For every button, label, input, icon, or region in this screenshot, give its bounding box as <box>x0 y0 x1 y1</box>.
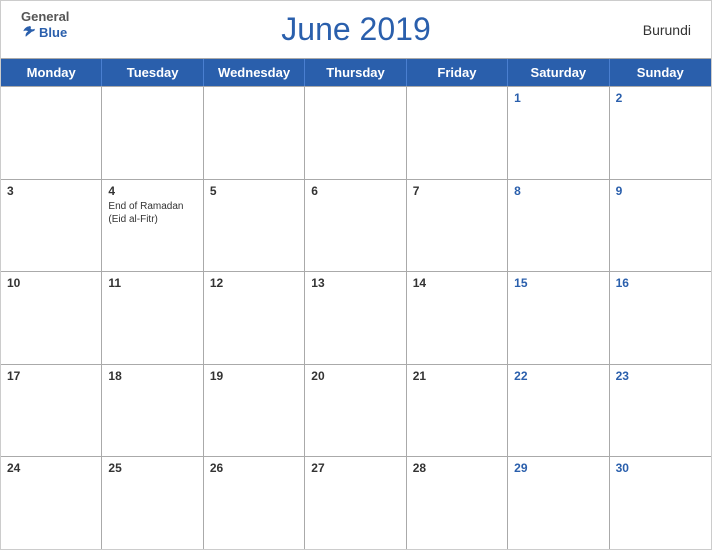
header-friday: Friday <box>407 59 508 86</box>
day-cell-w4-d3: 19 <box>204 365 305 457</box>
day-number-4: 4 <box>108 184 115 198</box>
day-cell-w1-d4 <box>305 87 406 179</box>
day-number-25: 25 <box>108 461 121 475</box>
day-number-14: 14 <box>413 276 426 290</box>
day-number-29: 29 <box>514 461 527 475</box>
day-cell-w2-d5: 7 <box>407 180 508 272</box>
header-thursday: Thursday <box>305 59 406 86</box>
day-number-12: 12 <box>210 276 223 290</box>
day-cell-w3-d1: 10 <box>1 272 102 364</box>
header-sunday: Sunday <box>610 59 711 86</box>
day-cell-w2-d7: 9 <box>610 180 711 272</box>
week-row-1: 12 <box>1 86 711 179</box>
day-cell-w3-d4: 13 <box>305 272 406 364</box>
calendar-grid: Monday Tuesday Wednesday Thursday Friday… <box>1 58 711 549</box>
day-number-2: 2 <box>616 91 623 105</box>
day-cell-w4-d1: 17 <box>1 365 102 457</box>
day-number-17: 17 <box>7 369 20 383</box>
day-number-26: 26 <box>210 461 223 475</box>
day-cell-w4-d4: 20 <box>305 365 406 457</box>
month-title: June 2019 <box>281 11 430 48</box>
logo-bird-icon <box>21 24 37 40</box>
day-cell-w4-d2: 18 <box>102 365 203 457</box>
day-number-21: 21 <box>413 369 426 383</box>
day-cell-w3-d7: 16 <box>610 272 711 364</box>
calendar-container: General Blue June 2019 Burundi Monday Tu… <box>0 0 712 550</box>
day-number-6: 6 <box>311 184 318 198</box>
day-number-30: 30 <box>616 461 629 475</box>
day-cell-w3-d6: 15 <box>508 272 609 364</box>
day-number-8: 8 <box>514 184 521 198</box>
logo-blue-text: Blue <box>21 24 67 40</box>
day-cell-w2-d3: 5 <box>204 180 305 272</box>
day-cell-w1-d3 <box>204 87 305 179</box>
week-row-2: 3 4 End of Ramadan (Eid al-Fitr) 5 6 7 8 9 <box>1 179 711 272</box>
day-cell-w1-d1 <box>1 87 102 179</box>
day-cell-w5-d2: 25 <box>102 457 203 549</box>
day-number-7: 7 <box>413 184 420 198</box>
day-cell-w5-d5: 28 <box>407 457 508 549</box>
day-cell-w5-d4: 27 <box>305 457 406 549</box>
day-number-28: 28 <box>413 461 426 475</box>
header-saturday: Saturday <box>508 59 609 86</box>
day-cell-w2-d1: 3 <box>1 180 102 272</box>
logo-general-text: General <box>21 9 69 24</box>
day-number-5: 5 <box>210 184 217 198</box>
day-cell-w4-d5: 21 <box>407 365 508 457</box>
week-row-5: 24 25 26 27 28 29 30 <box>1 456 711 549</box>
event-text-4: End of Ramadan (Eid al-Fitr) <box>108 200 196 226</box>
day-number-3: 3 <box>7 184 14 198</box>
week-row-4: 17 18 19 20 21 22 23 <box>1 364 711 457</box>
title-area: June 2019 <box>281 11 430 48</box>
header-wednesday: Wednesday <box>204 59 305 86</box>
day-cell-w2-d4: 6 <box>305 180 406 272</box>
day-cell-w5-d3: 26 <box>204 457 305 549</box>
day-cell-w2-d6: 8 <box>508 180 609 272</box>
country-name: Burundi <box>643 22 691 38</box>
day-number-23: 23 <box>616 369 629 383</box>
day-cell-w4-d6: 22 <box>508 365 609 457</box>
day-cell-w1-d5 <box>407 87 508 179</box>
header-tuesday: Tuesday <box>102 59 203 86</box>
header-monday: Monday <box>1 59 102 86</box>
day-cell-w3-d3: 12 <box>204 272 305 364</box>
day-cell-w3-d2: 11 <box>102 272 203 364</box>
day-number-11: 11 <box>108 276 121 290</box>
day-cell-w5-d6: 29 <box>508 457 609 549</box>
day-number-9: 9 <box>616 184 623 198</box>
day-number-27: 27 <box>311 461 324 475</box>
day-number-20: 20 <box>311 369 324 383</box>
days-header: Monday Tuesday Wednesday Thursday Friday… <box>1 59 711 86</box>
day-number-15: 15 <box>514 276 527 290</box>
day-number-10: 10 <box>7 276 20 290</box>
day-cell-w3-d5: 14 <box>407 272 508 364</box>
day-cell-w1-d6: 1 <box>508 87 609 179</box>
day-number-13: 13 <box>311 276 324 290</box>
day-number-19: 19 <box>210 369 223 383</box>
calendar-header: General Blue June 2019 Burundi <box>1 1 711 58</box>
weeks-container: 1234End of Ramadan (Eid al-Fitr)56789101… <box>1 86 711 549</box>
day-cell-w5-d1: 24 <box>1 457 102 549</box>
day-cell-w4-d7: 23 <box>610 365 711 457</box>
day-number-16: 16 <box>616 276 629 290</box>
day-number-24: 24 <box>7 461 20 475</box>
day-cell-w5-d7: 30 <box>610 457 711 549</box>
day-number-18: 18 <box>108 369 121 383</box>
day-cell-w1-d7: 2 <box>610 87 711 179</box>
day-number-22: 22 <box>514 369 527 383</box>
day-cell-w2-d2: 4 End of Ramadan (Eid al-Fitr) <box>102 180 203 272</box>
logo: General Blue <box>21 9 69 40</box>
day-number-1: 1 <box>514 91 521 105</box>
week-row-3: 10 11 12 13 14 15 16 <box>1 271 711 364</box>
day-cell-w1-d2 <box>102 87 203 179</box>
